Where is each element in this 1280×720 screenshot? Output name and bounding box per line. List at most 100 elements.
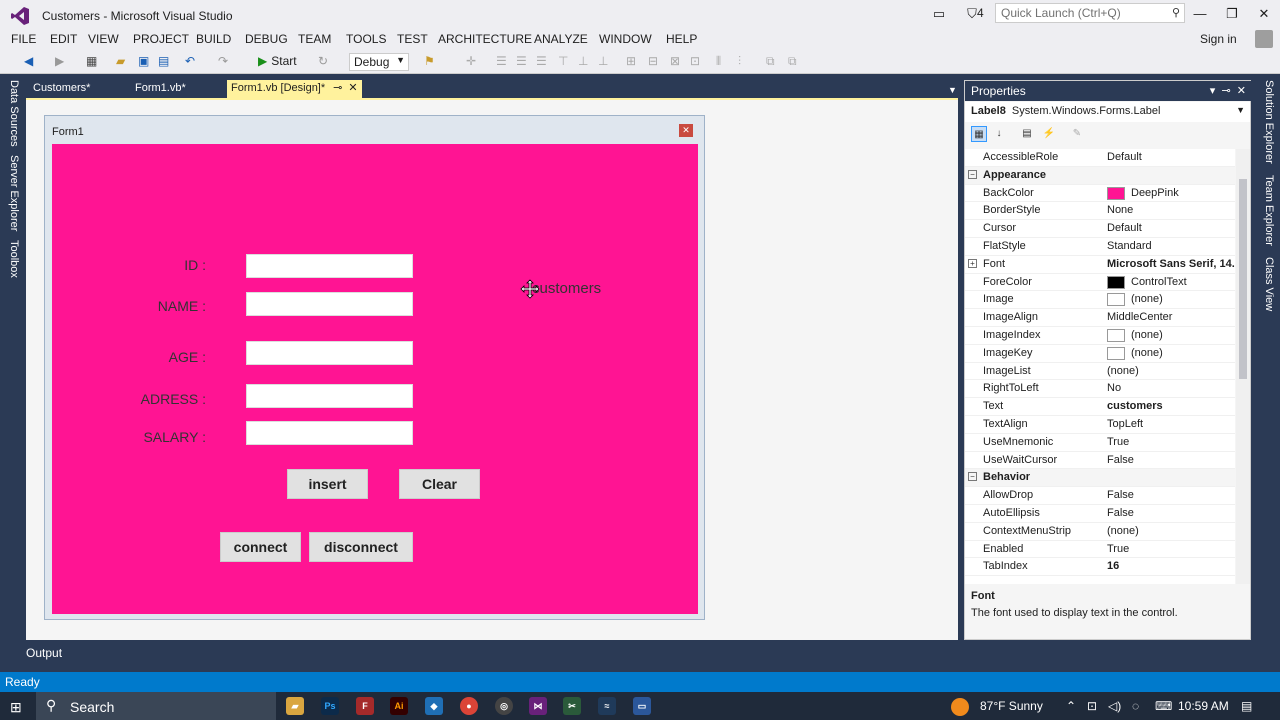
clear-button[interactable]: Clear: [399, 469, 480, 499]
expand-icon[interactable]: +: [968, 258, 977, 268]
taskbar-search[interactable]: ⚲ Search: [36, 692, 276, 720]
property-value[interactable]: Default: [1107, 151, 1142, 163]
property-value[interactable]: False: [1107, 507, 1134, 519]
pin-icon[interactable]: ⊸: [333, 82, 342, 94]
tab-customers[interactable]: Customers*: [33, 82, 90, 94]
name-textbox[interactable]: [246, 292, 413, 316]
tab-form1-design[interactable]: Form1.vb [Design]* ⊸ ✕: [227, 80, 362, 98]
redo-icon[interactable]: ↷: [218, 54, 228, 68]
figma-icon[interactable]: F: [356, 697, 374, 715]
property-row[interactable]: ImageIndex (none): [965, 327, 1235, 345]
horizontal-spacing-icon[interactable]: ⫴: [716, 54, 721, 69]
close-icon[interactable]: ✕: [1237, 85, 1246, 97]
property-value[interactable]: True: [1107, 436, 1129, 448]
insert-button[interactable]: insert: [287, 469, 368, 499]
property-value[interactable]: 16: [1107, 560, 1119, 572]
minimize-button[interactable]: —: [1190, 6, 1210, 21]
terminal-icon[interactable]: ≈: [598, 697, 616, 715]
wifi-icon[interactable]: ◌: [1132, 699, 1139, 713]
sign-in-link[interactable]: Sign in: [1200, 32, 1237, 46]
property-value[interactable]: None: [1107, 204, 1133, 216]
menu-test[interactable]: TEST: [397, 32, 428, 46]
form1-window[interactable]: Form1 ✕ ID : NAME : AGE : ADRESS : SALAR…: [44, 115, 705, 620]
property-value[interactable]: (none): [1107, 525, 1139, 537]
property-row[interactable]: AccessibleRole Default: [965, 149, 1235, 167]
property-grid-scrollbar[interactable]: [1236, 149, 1250, 584]
property-value[interactable]: (none): [1107, 365, 1139, 377]
align-middles-icon[interactable]: ⊥: [578, 54, 588, 68]
tool-icon[interactable]: ✂: [563, 697, 581, 715]
make-same-width-icon[interactable]: ⊞: [626, 54, 636, 68]
property-row[interactable]: BackColor DeepPink: [965, 185, 1235, 203]
layout-icon[interactable]: ✛: [466, 54, 476, 68]
align-lefts-icon[interactable]: ☰: [496, 54, 507, 68]
menu-analyze[interactable]: ANALYZE: [534, 32, 588, 46]
property-row[interactable]: AutoEllipsis False: [965, 505, 1235, 523]
menu-help[interactable]: HELP: [666, 32, 697, 46]
language-icon[interactable]: ⌨: [1155, 699, 1172, 713]
server-explorer-tab[interactable]: Server Explorer: [8, 155, 20, 231]
avatar[interactable]: [1255, 30, 1273, 48]
make-same-size-icon[interactable]: ⊠: [670, 54, 680, 68]
bring-to-front-icon[interactable]: ⧉: [766, 54, 775, 69]
property-row[interactable]: ImageList (none): [965, 363, 1235, 381]
undo-icon[interactable]: ↶: [185, 54, 195, 68]
tab-form1-vb[interactable]: Form1.vb*: [135, 82, 186, 94]
class-view-tab[interactable]: Class View: [1263, 257, 1275, 311]
menu-team[interactable]: TEAM: [298, 32, 331, 46]
property-value[interactable]: Microsoft Sans Serif, 14.: [1107, 258, 1235, 270]
salary-textbox[interactable]: [246, 421, 413, 445]
chrome-icon[interactable]: ●: [460, 697, 478, 715]
close-window-button[interactable]: ✕: [1254, 6, 1274, 22]
quick-launch-input[interactable]: Quick Launch (Ctrl+Q) ⚲: [995, 3, 1185, 23]
property-row[interactable]: RightToLeft No: [965, 380, 1235, 399]
photoshop-icon[interactable]: Ps: [321, 697, 339, 715]
align-rights-icon[interactable]: ☰: [536, 54, 547, 68]
property-category[interactable]: − Behavior: [965, 469, 1235, 488]
name-label[interactable]: NAME :: [130, 298, 206, 314]
property-value[interactable]: (none): [1131, 293, 1163, 305]
property-row[interactable]: Image (none): [965, 291, 1235, 310]
file-explorer-icon[interactable]: ▰: [286, 697, 304, 715]
tab-list-dropdown-icon[interactable]: ▼: [948, 85, 957, 95]
property-value[interactable]: MiddleCenter: [1107, 311, 1172, 323]
menu-debug[interactable]: DEBUG: [245, 32, 288, 46]
weather-text[interactable]: 87°F Sunny: [980, 699, 1043, 713]
vertical-spacing-icon[interactable]: ⫶: [738, 54, 741, 69]
property-value[interactable]: Standard: [1107, 240, 1152, 252]
clock[interactable]: 10:59 AM: [1178, 699, 1229, 713]
pin-icon[interactable]: ⊸: [1221, 85, 1230, 97]
property-row[interactable]: ImageKey (none): [965, 345, 1235, 363]
close-icon[interactable]: ✕: [348, 82, 357, 94]
adress-label[interactable]: ADRESS :: [120, 391, 206, 407]
configuration-select[interactable]: Debug ▼: [349, 53, 409, 71]
save-icon[interactable]: ▣: [138, 54, 149, 68]
id-textbox[interactable]: [246, 254, 413, 278]
property-value[interactable]: No: [1107, 382, 1121, 394]
property-value[interactable]: customers: [1107, 400, 1163, 412]
id-label[interactable]: ID :: [130, 257, 206, 273]
output-tab[interactable]: Output: [26, 646, 62, 660]
menu-file[interactable]: FILE: [11, 32, 36, 46]
property-pages-icon[interactable]: ✎: [1069, 126, 1085, 142]
find-icon[interactable]: ⚑: [424, 54, 435, 68]
vscode-icon[interactable]: ◆: [425, 697, 443, 715]
illustrator-icon[interactable]: Ai: [390, 697, 408, 715]
back-icon[interactable]: ◀: [24, 54, 33, 68]
collapse-icon[interactable]: −: [968, 472, 977, 482]
customers-label[interactable]: customers: [532, 280, 601, 297]
save-all-icon[interactable]: ▤: [158, 54, 169, 68]
properties-icon[interactable]: ▤: [1019, 126, 1035, 142]
forward-icon[interactable]: ▶: [55, 54, 64, 68]
data-sources-tab[interactable]: Data Sources: [8, 80, 20, 147]
property-value[interactable]: ControlText: [1131, 276, 1187, 288]
salary-label[interactable]: SALARY :: [120, 429, 206, 445]
maximize-button[interactable]: ❐: [1222, 6, 1242, 22]
feedback-icon[interactable]: ▭: [929, 6, 949, 22]
refresh-icon[interactable]: ↻: [318, 54, 328, 68]
property-value[interactable]: Default: [1107, 222, 1142, 234]
property-value[interactable]: (none): [1131, 347, 1163, 359]
menu-edit[interactable]: EDIT: [50, 32, 77, 46]
app-icon[interactable]: ◎: [495, 697, 513, 715]
collapse-icon[interactable]: −: [968, 169, 977, 179]
